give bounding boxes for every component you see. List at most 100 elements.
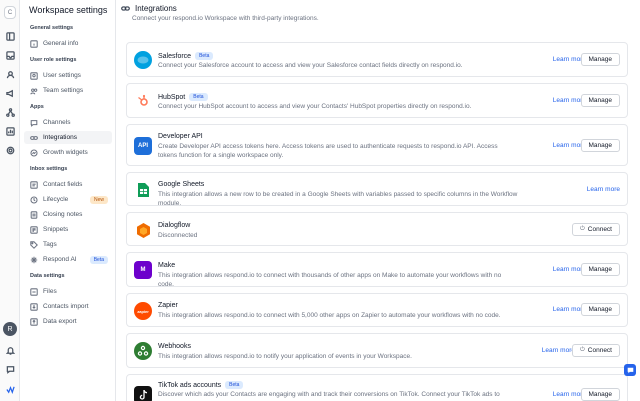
sidebar-item-team-settings[interactable]: Team settings [24,84,112,97]
sidebar-item-label: Team settings [43,87,84,94]
sidebar-item-label: Growth widgets [43,149,88,156]
manage-button[interactable]: Manage [580,53,620,66]
avatar[interactable]: R [3,322,17,336]
sidebar-item-data-export[interactable]: Data export [24,315,112,328]
sidebar-item-label: Contact fields [43,181,83,188]
sidebar-item-label: Lifecycle [43,196,69,203]
broadcast-icon[interactable] [5,88,15,98]
chat-widget-button[interactable] [624,364,636,376]
tiktok-logo-icon [134,386,152,401]
sidebar-item-tags[interactable]: Tags [24,238,112,251]
zapier-logo-icon: zapier [134,302,152,320]
section-apps: Apps [30,104,44,110]
sidebar-item-lifecycle[interactable]: Lifecycle New [24,193,112,206]
beta-badge: Beta [225,381,244,389]
learn-more-link[interactable]: Learn more [542,347,575,354]
integration-description: This integration allows a new row to be … [158,191,518,207]
integration-card-hubspot: HubSpot Beta Connect your HubSpot account… [126,83,628,118]
export-icon [30,317,38,326]
integration-name: Zapier [158,302,178,309]
integration-name: Make [158,262,175,269]
sidebar-item-contact-fields[interactable]: Contact fields [24,178,112,191]
file-icon [30,287,38,296]
widget-icon [30,148,38,157]
button-label: Manage [588,391,613,398]
api-logo-text: API [137,143,148,149]
button-label: Connect [587,226,612,233]
link-icon [121,6,130,11]
integration-description: This integration allows respond.io to co… [158,312,501,319]
zapier-logo-text: zapier [137,308,149,314]
bell-icon[interactable] [5,345,15,355]
info-icon [30,39,38,48]
sidebar-item-contacts-import[interactable]: Contacts import [24,300,112,313]
integration-card-dialogflow: Dialogflow Disconnected ⏻ Connect [126,212,628,246]
integration-name: Dialogflow [158,222,190,229]
page-subtitle: Connect your respond.io Workspace with t… [132,15,319,22]
user-icon [30,71,38,80]
salesforce-logo-icon [134,51,152,69]
make-logo-text: M [140,267,146,273]
connect-button[interactable]: ⏻ Connect [572,223,620,236]
sidebar-item-user-settings[interactable]: User settings [24,69,112,82]
sidebar-title: Workspace settings [29,5,108,15]
integration-title: HubSpot [158,93,186,101]
sidebar-item-integrations[interactable]: Integrations [24,131,112,144]
channels-icon [30,119,38,127]
manage-button[interactable]: Manage [580,94,620,107]
make-logo-icon: M [134,261,152,279]
integration-name: Webhooks [158,343,191,350]
settings-icon[interactable] [5,145,15,155]
button-label: Manage [588,97,613,104]
button-label: Manage [588,56,613,63]
integration-card-make: M Make This integration allows respond.i… [126,252,628,288]
beta-badge: Beta [195,52,214,60]
sidebar-item-label: Closing notes [43,211,83,218]
inbox-icon[interactable] [5,50,15,60]
manage-button[interactable]: Manage [580,139,620,152]
contact-fields-icon [30,180,38,189]
integration-card-zapier: zapier Zapier This integration allows re… [126,293,628,327]
plug-icon: ⏻ [580,347,585,353]
integration-title: Google Sheets [158,181,205,188]
sidebar-item-respond-ai[interactable]: Respond AI Beta [24,253,112,266]
dashboard-icon[interactable] [5,31,15,41]
sidebar-item-label: Integrations [43,134,77,141]
import-icon [30,302,38,311]
integration-title: TikTok ads accounts [158,381,222,389]
sidebar-item-closing-notes[interactable]: Closing notes [24,208,112,221]
webhook-logo-icon [134,342,152,360]
integration-title: Webhooks [158,343,191,350]
help-icon[interactable] [5,364,15,374]
google-sheets-logo-icon [134,181,152,199]
reports-icon[interactable] [5,126,15,136]
settings-sidebar: Workspace settings General settings Gene… [20,0,116,401]
sidebar-item-channels[interactable]: Channels [24,116,112,129]
workflows-icon[interactable] [5,107,15,117]
manage-button[interactable]: Manage [580,263,620,276]
manage-button[interactable]: Manage [580,388,620,401]
sidebar-item-label: Tags [43,241,57,248]
sidebar-item-files[interactable]: Files [24,285,112,298]
team-icon [30,87,38,95]
lifecycle-icon [30,195,38,204]
button-label: Manage [588,266,613,273]
section-inbox: Inbox settings [30,166,68,172]
connect-button[interactable]: ⏻ Connect [572,344,620,357]
button-label: Connect [587,347,612,354]
sidebar-item-snippets[interactable]: Snippets [24,223,112,236]
integration-title: Salesforce [158,52,192,60]
integration-description: Connect your Salesforce account to acces… [158,62,463,69]
integration-name: Salesforce Beta [158,52,214,60]
sidebar-item-general-info[interactable]: General info [24,37,112,50]
contacts-icon[interactable] [5,69,15,79]
sidebar-item-label: Snippets [43,226,69,233]
sidebar-item-label: Respond AI [43,256,77,263]
workspace-switcher[interactable]: C [4,6,16,19]
learn-more-link[interactable]: Learn more [587,186,620,193]
sidebar-item-growth-widgets[interactable]: Growth widgets [24,146,112,159]
page-title: Integrations [135,4,177,13]
api-logo-icon: API [134,137,152,155]
manage-button[interactable]: Manage [580,303,620,316]
logo-icon [5,384,15,394]
